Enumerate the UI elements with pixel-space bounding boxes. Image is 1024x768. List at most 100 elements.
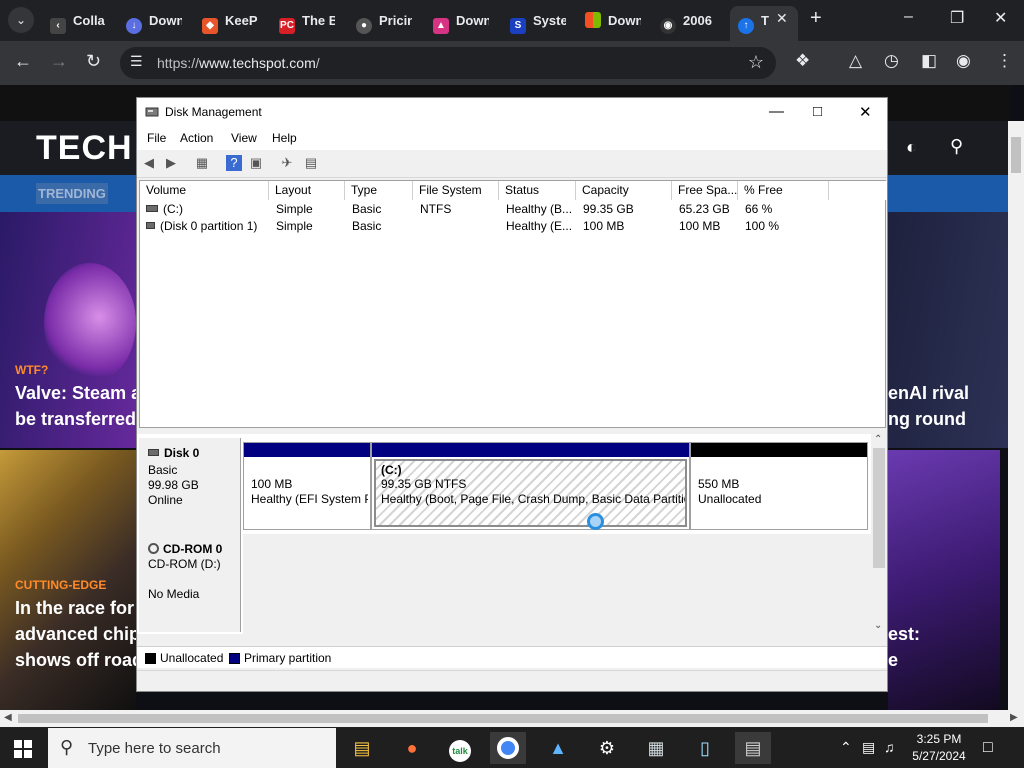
site-search-icon[interactable]: ⚲ <box>950 136 963 157</box>
column-header-volume[interactable]: Volume <box>140 181 269 200</box>
browser-tab-active[interactable]: ↑ T <box>730 6 798 41</box>
disk-pane-scrollbar[interactable]: ⌃ ⌄ <box>871 434 887 634</box>
tray-chevron-icon[interactable]: ⌃ <box>840 739 852 756</box>
headline-line: be transferred a <box>15 409 152 429</box>
talk-app-icon[interactable]: talk <box>442 732 478 764</box>
show-hide-tree-icon[interactable]: ▦ <box>194 155 210 171</box>
network-icon[interactable]: ▤ <box>862 739 875 756</box>
article-kicker[interactable]: WTF? <box>15 363 48 377</box>
settings-gear-icon[interactable]: ⚙ <box>589 732 625 764</box>
page-vertical-scrollbar[interactable] <box>1008 121 1024 710</box>
minimize-icon[interactable]: – <box>904 8 913 26</box>
article-headline[interactable]: Valve: Steam ac be transferred a <box>15 380 151 432</box>
volume-list[interactable]: Volume Layout Type File System Status Ca… <box>139 180 887 428</box>
chrome-icon[interactable] <box>490 732 526 764</box>
column-header-percent-free[interactable]: % Free <box>738 181 829 200</box>
reload-icon[interactable]: ↻ <box>86 51 101 72</box>
file-explorer-icon[interactable]: ▤ <box>344 732 380 764</box>
browser-tab[interactable]: Down <box>585 6 641 36</box>
help-icon[interactable]: ? <box>226 155 242 171</box>
extensions-puzzle-icon[interactable]: ❖ <box>795 51 810 71</box>
connect-icon[interactable]: ✈ <box>279 155 295 171</box>
volume-muted-icon[interactable]: ♫ <box>884 739 895 755</box>
address-bar[interactable]: ☰ https://www.techspot.com/ ☆ <box>120 47 776 79</box>
tab-close-icon[interactable]: ✕ <box>776 10 788 27</box>
disk-graphical-view[interactable]: Disk 0 Basic 99.98 GB Online 100 MB Heal… <box>137 434 887 634</box>
computer-management-icon[interactable]: ▦ <box>638 732 674 764</box>
extension-circle-icon[interactable]: ◷ <box>884 51 899 71</box>
scrollbar-thumb[interactable] <box>1011 137 1021 173</box>
notepad-icon[interactable]: ▯ <box>687 732 723 764</box>
cdrom-0-label[interactable]: CD-ROM 0 CD-ROM (D:) No Media <box>139 534 241 632</box>
disk-0-label[interactable]: Disk 0 Basic 99.98 GB Online <box>139 438 241 534</box>
tab-search-chevron-icon[interactable]: ⌄ <box>8 7 34 33</box>
profile-avatar-icon[interactable]: ◉ <box>956 51 971 71</box>
column-header-capacity[interactable]: Capacity <box>576 181 672 200</box>
window-minimize-icon[interactable]: — <box>769 103 784 120</box>
column-header-layout[interactable]: Layout <box>269 181 345 200</box>
scroll-down-icon[interactable]: ⌄ <box>874 620 882 631</box>
back-icon[interactable]: ◀ <box>141 155 157 171</box>
chrome-menu-icon[interactable]: ⋮ <box>996 51 1013 71</box>
new-tab-plus-icon[interactable]: + <box>810 7 822 30</box>
cell-percent-free: 100 % <box>745 219 780 233</box>
firefox-icon[interactable]: ● <box>394 732 430 764</box>
site-logo[interactable]: TECH <box>36 129 133 168</box>
window-title-bar[interactable]: Disk Management — □ ✕ <box>137 98 887 128</box>
photos-icon[interactable]: ▲ <box>540 732 576 764</box>
partition-c[interactable]: (C:) 99.35 GB NTFS Healthy (Boot, Page F… <box>371 442 690 530</box>
site-info-tune-icon[interactable]: ☰ <box>130 53 143 70</box>
window-maximize-icon[interactable]: □ <box>813 103 822 120</box>
scrollbar-thumb[interactable] <box>18 714 988 723</box>
menu-action[interactable]: Action <box>180 131 213 145</box>
menu-help[interactable]: Help <box>272 131 297 145</box>
browser-tab[interactable]: ◉ 2006 <box>660 6 716 36</box>
windows-start-icon[interactable] <box>14 740 32 758</box>
cell-type: Basic <box>352 202 382 216</box>
system-clock[interactable]: 3:25 PM 5/27/2024 <box>906 731 972 765</box>
side-panel-icon[interactable]: ◧ <box>921 51 937 71</box>
scrollbar-thumb[interactable] <box>873 448 885 568</box>
trending-label[interactable]: TRENDING <box>36 183 108 204</box>
browser-tab[interactable]: ▲ Down <box>433 6 489 36</box>
browser-tab[interactable]: S Syste <box>510 6 566 36</box>
article-headline[interactable]: In the race for t advanced chips shows o… <box>15 595 150 673</box>
partition-efi[interactable]: 100 MB Healthy (EFI System P <box>243 442 371 530</box>
browser-tab[interactable]: ‹ Colla <box>50 6 106 36</box>
article-headline-right-2[interactable]: est: e <box>888 621 920 673</box>
disk-management-taskbar-icon[interactable]: ▤ <box>735 732 771 764</box>
article-kicker[interactable]: CUTTING-EDGE <box>15 578 106 592</box>
menu-file[interactable]: File <box>147 131 166 145</box>
browser-tab[interactable]: PC The B <box>279 6 335 36</box>
bookmark-star-icon[interactable]: ☆ <box>748 52 764 73</box>
article-headline-right[interactable]: enAI rival ng round <box>888 380 969 432</box>
theme-toggle-icon[interactable]: ◐ <box>906 137 917 158</box>
properties-icon[interactable]: ▣ <box>248 155 264 171</box>
close-window-icon[interactable]: ✕ <box>994 8 1007 28</box>
notification-center-icon[interactable]: □ <box>983 739 993 757</box>
url-text[interactable]: https://www.techspot.com/ <box>157 55 320 71</box>
system-favicon-icon: S <box>510 18 526 34</box>
scroll-up-icon[interactable]: ⌃ <box>874 434 882 445</box>
labs-flask-icon[interactable]: △ <box>849 51 862 71</box>
forward-icon[interactable]: ▶ <box>163 155 179 171</box>
cdrom-empty-area[interactable] <box>243 534 871 634</box>
browser-tab[interactable]: ↓ Down <box>126 6 182 36</box>
scroll-left-icon[interactable]: ◀ <box>4 712 12 723</box>
restore-icon[interactable]: ❐ <box>950 8 964 28</box>
settings-list-icon[interactable]: ▤ <box>303 155 319 171</box>
column-header-free-space[interactable]: Free Spa... <box>672 181 738 200</box>
menu-view[interactable]: View <box>231 131 257 145</box>
forward-arrow-icon[interactable]: → <box>50 51 68 72</box>
column-header-status[interactable]: Status <box>499 181 576 200</box>
column-header-type[interactable]: Type <box>345 181 413 200</box>
window-close-icon[interactable]: ✕ <box>859 103 872 121</box>
taskbar-search[interactable]: ⚲ Type here to search <box>48 728 336 768</box>
partition-unallocated[interactable]: 550 MB Unallocated <box>690 442 868 530</box>
back-arrow-icon[interactable]: ← <box>14 51 32 72</box>
page-horizontal-scrollbar[interactable]: ◀ ▶ <box>0 710 1024 727</box>
browser-tab[interactable]: ◆ KeeP <box>202 6 258 36</box>
column-header-file-system[interactable]: File System <box>413 181 499 200</box>
browser-tab[interactable]: ● Pricin <box>356 6 412 36</box>
scroll-right-icon[interactable]: ▶ <box>1010 712 1018 723</box>
